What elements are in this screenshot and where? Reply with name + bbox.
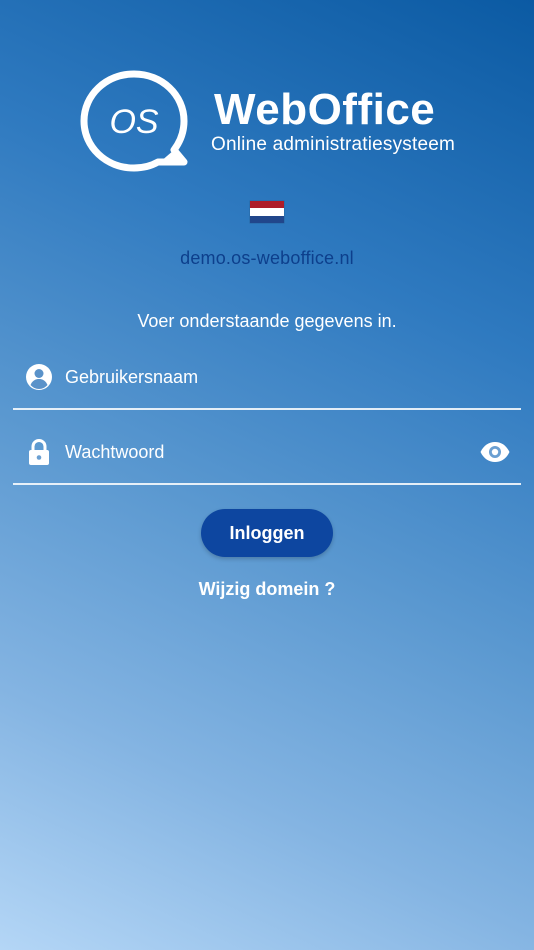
- username-input[interactable]: [65, 360, 465, 394]
- password-input[interactable]: [65, 435, 465, 469]
- login-button[interactable]: Inloggen: [201, 509, 333, 557]
- domain-label: demo.os-weboffice.nl: [180, 248, 354, 268]
- svg-text:OS: OS: [109, 103, 158, 141]
- brand-title: WebOffice: [214, 85, 436, 134]
- user-circle-icon: [26, 364, 52, 390]
- brand-subtitle: Online administratiesysteem: [211, 134, 456, 155]
- netherlands-flag-icon[interactable]: [250, 201, 284, 223]
- os-logo-icon: OS: [80, 70, 188, 172]
- eye-icon[interactable]: [479, 439, 511, 465]
- instruction-text: Voer onderstaande gegevens in.: [137, 311, 397, 331]
- change-domain-link[interactable]: Wijzig domein ?: [0, 579, 534, 600]
- password-field[interactable]: [13, 427, 521, 485]
- username-field[interactable]: [13, 352, 521, 410]
- app-logo: OS WebOffice Online administratiesysteem: [0, 0, 534, 190]
- lock-icon: [29, 438, 49, 465]
